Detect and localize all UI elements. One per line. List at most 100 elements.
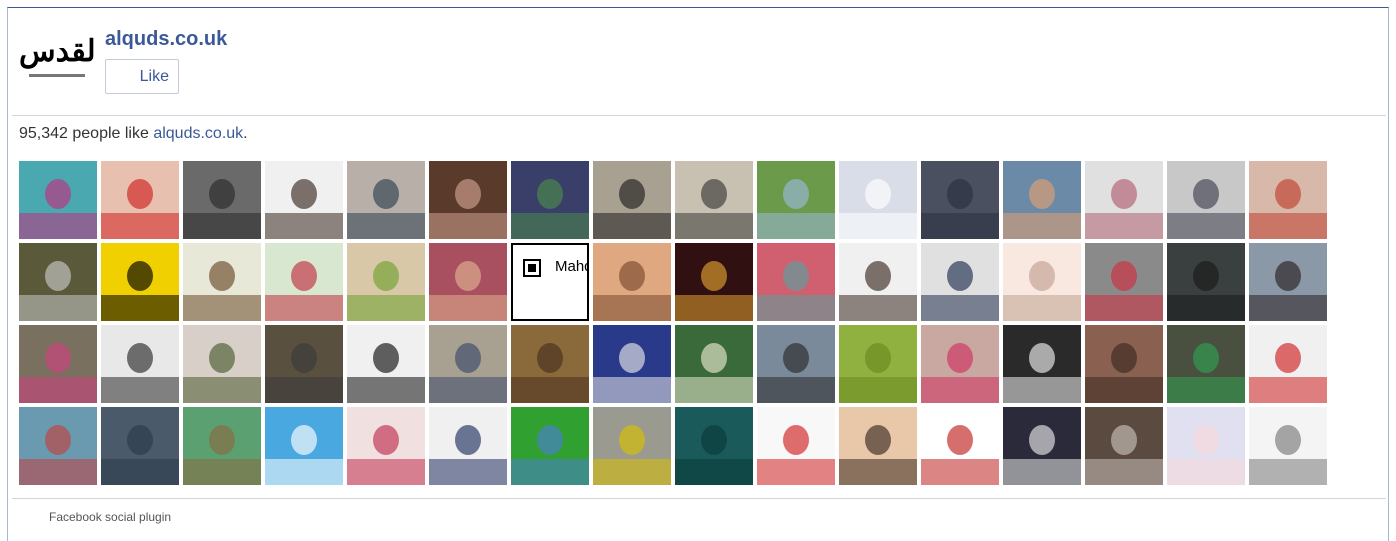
photo-shading (183, 459, 261, 485)
like-button[interactable]: Like (105, 59, 179, 94)
friend-photo[interactable] (839, 243, 917, 321)
friend-photo[interactable] (511, 407, 589, 485)
photo-subject (373, 179, 399, 209)
photo-shading (1249, 377, 1327, 403)
friend-photo[interactable] (1249, 243, 1327, 321)
photo-shading (101, 377, 179, 403)
friend-photo[interactable] (675, 407, 753, 485)
friend-photo[interactable] (265, 243, 343, 321)
photo-shading (511, 377, 589, 403)
likes-count: 95,342 people like alquds.co.uk. (19, 125, 248, 143)
photo-subject (209, 261, 235, 291)
friend-photo[interactable] (1249, 161, 1327, 239)
friend-photo[interactable] (593, 243, 671, 321)
photo-subject (1275, 261, 1301, 291)
friend-photo[interactable] (1003, 161, 1081, 239)
friend-photo[interactable] (1085, 407, 1163, 485)
friend-photo[interactable] (757, 243, 835, 321)
friend-photo[interactable] (347, 407, 425, 485)
friend-photo[interactable] (1167, 161, 1245, 239)
friend-photo[interactable] (1085, 161, 1163, 239)
friend-photo[interactable] (1249, 325, 1327, 403)
friend-photo[interactable] (1003, 243, 1081, 321)
friend-photo[interactable] (429, 161, 507, 239)
likes-count-text: 95,342 people like (19, 125, 154, 142)
friend-photo[interactable] (347, 161, 425, 239)
friend-photo[interactable] (1167, 243, 1245, 321)
friend-photo[interactable] (675, 243, 753, 321)
friend-photo[interactable] (1085, 325, 1163, 403)
friend-photo[interactable] (921, 407, 999, 485)
photo-shading (675, 295, 753, 321)
friend-photo[interactable] (183, 325, 261, 403)
friend-photo[interactable] (757, 161, 835, 239)
photo-subject (45, 179, 71, 209)
friend-photo[interactable] (921, 161, 999, 239)
footer-label[interactable]: Facebook social plugin (49, 510, 171, 524)
like-button-label: Like (139, 67, 169, 85)
photo-subject (537, 425, 563, 455)
friend-photo[interactable] (1167, 325, 1245, 403)
friend-photo[interactable] (101, 407, 179, 485)
photo-shading (19, 459, 97, 485)
photo-subject (701, 261, 727, 291)
photo-subject (291, 343, 317, 373)
friend-photo[interactable] (183, 243, 261, 321)
photo-shading (839, 377, 917, 403)
page-name-link[interactable]: alquds.co.uk (105, 28, 227, 51)
friend-photo[interactable] (593, 325, 671, 403)
page-logo[interactable]: القدس (17, 30, 97, 92)
photo-shading (429, 295, 507, 321)
friend-photo[interactable] (183, 407, 261, 485)
friend-photo[interactable] (183, 161, 261, 239)
friend-photo[interactable] (265, 325, 343, 403)
friend-photo[interactable] (1167, 407, 1245, 485)
photo-subject (783, 261, 809, 291)
friend-photo[interactable] (101, 325, 179, 403)
likes-page-link[interactable]: alquds.co.uk (153, 125, 243, 142)
friend-photo[interactable] (757, 325, 835, 403)
friend-photo[interactable] (511, 325, 589, 403)
friend-photo[interactable] (429, 243, 507, 321)
friend-photo[interactable] (921, 325, 999, 403)
friend-photo[interactable] (839, 325, 917, 403)
friend-photo[interactable] (19, 243, 97, 321)
friend-photo[interactable] (839, 161, 917, 239)
friend-photo[interactable] (1085, 243, 1163, 321)
friend-photo[interactable] (757, 407, 835, 485)
header-divider (12, 115, 1386, 116)
friend-photo[interactable] (101, 243, 179, 321)
friend-photo[interactable] (347, 325, 425, 403)
friend-photo[interactable] (675, 325, 753, 403)
friend-photo[interactable] (101, 161, 179, 239)
friend-photo[interactable] (593, 161, 671, 239)
photo-shading (429, 377, 507, 403)
faces-grid: Mahdi (19, 161, 1339, 485)
photo-shading (921, 213, 999, 239)
photo-shading (1167, 459, 1245, 485)
friend-photo[interactable] (19, 407, 97, 485)
friend-photo[interactable] (19, 161, 97, 239)
friend-photo[interactable] (921, 243, 999, 321)
friend-photo[interactable] (429, 325, 507, 403)
friend-photo[interactable] (675, 161, 753, 239)
friend-photo[interactable] (839, 407, 917, 485)
friend-photo[interactable] (1003, 325, 1081, 403)
photo-subject (455, 261, 481, 291)
friend-photo[interactable] (511, 161, 589, 239)
friend-photo[interactable] (347, 243, 425, 321)
photo-shading (757, 213, 835, 239)
friend-photo-mahdi[interactable]: Mahdi (511, 243, 589, 321)
photo-subject (45, 261, 71, 291)
photo-shading (19, 213, 97, 239)
friend-photo[interactable] (1003, 407, 1081, 485)
photo-subject (619, 343, 645, 373)
photo-subject (1193, 425, 1219, 455)
friend-photo[interactable] (1249, 407, 1327, 485)
friend-photo[interactable] (265, 407, 343, 485)
friend-photo[interactable] (19, 325, 97, 403)
friend-photo[interactable] (429, 407, 507, 485)
photo-shading (675, 459, 753, 485)
friend-photo[interactable] (593, 407, 671, 485)
friend-photo[interactable] (265, 161, 343, 239)
